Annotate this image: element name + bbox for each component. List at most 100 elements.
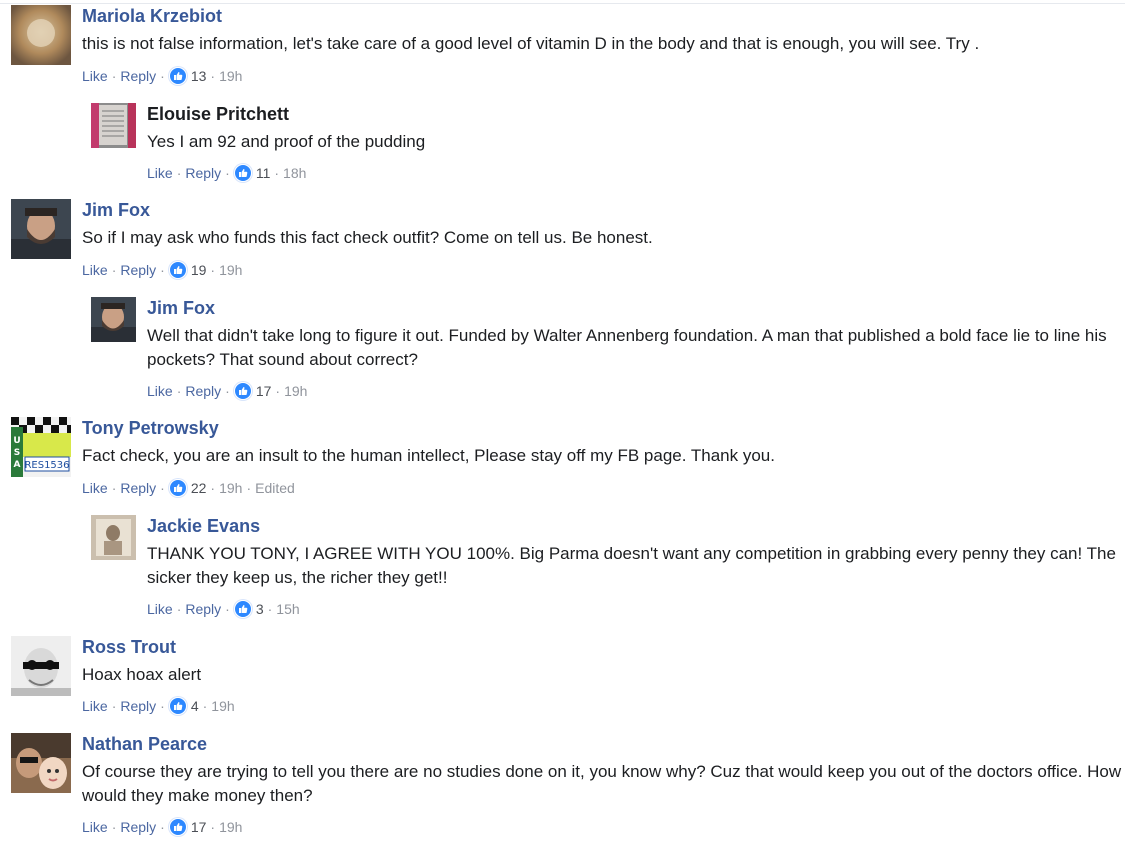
avatar[interactable] bbox=[11, 733, 71, 793]
thumbs-up-icon[interactable] bbox=[168, 818, 187, 836]
thumbs-up-icon[interactable] bbox=[168, 479, 187, 497]
avatar[interactable] bbox=[91, 103, 136, 148]
like-link[interactable]: Like bbox=[147, 382, 173, 400]
separator: · bbox=[225, 383, 230, 399]
thumbs-up-icon[interactable] bbox=[233, 382, 252, 400]
like-link[interactable]: Like bbox=[82, 479, 108, 497]
commenter-name[interactable]: Jim Fox bbox=[147, 297, 215, 319]
like-count[interactable]: 17 bbox=[256, 382, 272, 400]
separator: · bbox=[160, 68, 165, 84]
comment-text: Fact check, you are an insult to the hum… bbox=[82, 446, 775, 465]
reply-link[interactable]: Reply bbox=[120, 479, 156, 497]
svg-text:RES1536: RES1536 bbox=[24, 460, 69, 471]
thumbs-up-icon[interactable] bbox=[168, 261, 187, 279]
reply-link[interactable]: Reply bbox=[185, 382, 221, 400]
separator: · bbox=[176, 601, 182, 617]
comment-text: Yes I am 92 and proof of the pudding bbox=[147, 132, 426, 151]
separator: · bbox=[176, 383, 182, 399]
separator: · bbox=[111, 262, 117, 278]
comment-actions: Like · Reply · 19 · 19h bbox=[82, 261, 242, 279]
like-count[interactable]: 13 bbox=[191, 67, 207, 85]
reply-link[interactable]: Reply bbox=[120, 818, 156, 836]
separator: · bbox=[111, 68, 117, 84]
svg-text:U: U bbox=[13, 436, 20, 446]
reply-link[interactable]: Reply bbox=[120, 67, 156, 85]
reply-link[interactable]: Reply bbox=[185, 600, 221, 618]
reply-link[interactable]: Reply bbox=[185, 164, 221, 182]
like-count[interactable]: 4 bbox=[191, 697, 199, 715]
timestamp[interactable]: 19h bbox=[219, 818, 242, 836]
avatar[interactable] bbox=[91, 515, 136, 560]
separator: · bbox=[225, 601, 230, 617]
comment-actions: Like · Reply · 4 · 19h bbox=[82, 697, 235, 715]
timestamp[interactable]: 15h bbox=[276, 600, 299, 618]
separator: · bbox=[176, 165, 182, 181]
comment: U S A RES1536 Tony Petrowsky Fact check,… bbox=[11, 417, 1121, 501]
like-link[interactable]: Like bbox=[147, 600, 173, 618]
comment-text: So if I may ask who funds this fact chec… bbox=[82, 228, 653, 247]
reply-comment: Elouise Pritchett Yes I am 92 and proof … bbox=[91, 103, 1121, 187]
like-count[interactable]: 22 bbox=[191, 479, 207, 497]
commenter-name[interactable]: Jim Fox bbox=[82, 199, 150, 221]
thumbs-up-icon[interactable] bbox=[233, 164, 252, 182]
separator: · bbox=[111, 819, 117, 835]
separator: · bbox=[274, 165, 280, 181]
like-count[interactable]: 19 bbox=[191, 261, 207, 279]
comment-actions: Like · Reply · 22 · 19h · Edited bbox=[82, 479, 295, 497]
thumbs-up-icon[interactable] bbox=[233, 600, 252, 618]
commenter-name[interactable]: Ross Trout bbox=[82, 636, 176, 658]
avatar[interactable] bbox=[91, 297, 136, 342]
separator: · bbox=[246, 480, 252, 496]
commenter-name[interactable]: Mariola Krzebiot bbox=[82, 5, 222, 27]
timestamp[interactable]: 19h bbox=[219, 479, 242, 497]
avatar[interactable] bbox=[11, 5, 71, 65]
timestamp[interactable]: 18h bbox=[283, 164, 306, 182]
separator: · bbox=[160, 480, 165, 496]
top-divider bbox=[0, 3, 1125, 4]
commenter-name[interactable]: Tony Petrowsky bbox=[82, 417, 219, 439]
avatar[interactable] bbox=[11, 636, 71, 696]
like-link[interactable]: Like bbox=[82, 67, 108, 85]
comment-actions: Like · Reply · 11 · 18h bbox=[147, 164, 306, 182]
separator: · bbox=[225, 165, 230, 181]
timestamp[interactable]: 19h bbox=[211, 697, 234, 715]
separator: · bbox=[210, 262, 216, 278]
separator: · bbox=[275, 383, 281, 399]
like-count[interactable]: 17 bbox=[191, 818, 207, 836]
reply-comment: Jackie Evans THANK YOU TONY, I AGREE WIT… bbox=[91, 515, 1121, 625]
separator: · bbox=[210, 819, 216, 835]
like-count[interactable]: 3 bbox=[256, 600, 264, 618]
reply-link[interactable]: Reply bbox=[120, 697, 156, 715]
timestamp[interactable]: 19h bbox=[284, 382, 307, 400]
commenter-name[interactable]: Jackie Evans bbox=[147, 515, 260, 537]
like-link[interactable]: Like bbox=[82, 261, 108, 279]
comment: Jim Fox So if I may ask who funds this f… bbox=[11, 199, 1121, 283]
like-link[interactable]: Like bbox=[82, 818, 108, 836]
like-link[interactable]: Like bbox=[82, 697, 108, 715]
comment: Mariola Krzebiot this is not false infor… bbox=[11, 5, 1121, 93]
timestamp[interactable]: 19h bbox=[219, 67, 242, 85]
avatar[interactable]: U S A RES1536 bbox=[11, 417, 71, 477]
reply-link[interactable]: Reply bbox=[120, 261, 156, 279]
like-count[interactable]: 11 bbox=[256, 164, 271, 182]
separator: · bbox=[160, 819, 165, 835]
comment-actions: Like · Reply · 3 · 15h bbox=[147, 600, 300, 618]
like-link[interactable]: Like bbox=[147, 164, 173, 182]
commenter-name[interactable]: Elouise Pritchett bbox=[147, 103, 289, 125]
separator: · bbox=[160, 698, 165, 714]
comment-actions: Like · Reply · 13 · 19h bbox=[82, 67, 242, 85]
thumbs-up-icon[interactable] bbox=[168, 697, 187, 715]
separator: · bbox=[267, 601, 273, 617]
comment: Ross Trout Hoax hoax alert Like · Reply · … bbox=[11, 636, 1121, 720]
separator: · bbox=[202, 698, 208, 714]
avatar[interactable] bbox=[11, 199, 71, 259]
timestamp[interactable]: 19h bbox=[219, 261, 242, 279]
commenter-name[interactable]: Nathan Pearce bbox=[82, 733, 207, 755]
thumbs-up-icon[interactable] bbox=[168, 67, 187, 85]
comment: Nathan Pearce Of course they are trying … bbox=[11, 733, 1121, 841]
reply-comment: Jim Fox Well that didn't take long to fi… bbox=[91, 297, 1121, 407]
comment-actions: Like · Reply · 17 · 19h bbox=[82, 818, 242, 836]
comment-text: Well that didn't take long to figure it … bbox=[147, 326, 1107, 369]
comment-text: THANK YOU TONY, I AGREE WITH YOU 100%. B… bbox=[147, 544, 1116, 587]
edited-label[interactable]: Edited bbox=[255, 479, 295, 497]
